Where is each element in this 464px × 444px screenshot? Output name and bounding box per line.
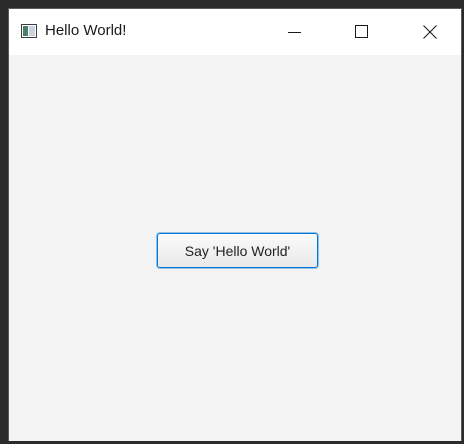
window-title: Hello World! (45, 22, 127, 39)
app-icon-pane-right (29, 26, 35, 36)
app-icon-pane-left (23, 26, 28, 36)
close-button[interactable] (407, 9, 453, 55)
content-pane: Say 'Hello World' (9, 55, 461, 441)
say-hello-button[interactable]: Say 'Hello World' (157, 233, 318, 268)
app-icon (21, 24, 37, 38)
minimize-icon (288, 32, 301, 33)
title-bar[interactable]: Hello World! (9, 9, 461, 55)
minimize-button[interactable] (271, 9, 317, 55)
maximize-icon (355, 25, 368, 38)
app-window: Hello World! Say 'Hello World' (8, 8, 462, 441)
close-icon (423, 25, 437, 39)
maximize-button[interactable] (339, 9, 385, 55)
